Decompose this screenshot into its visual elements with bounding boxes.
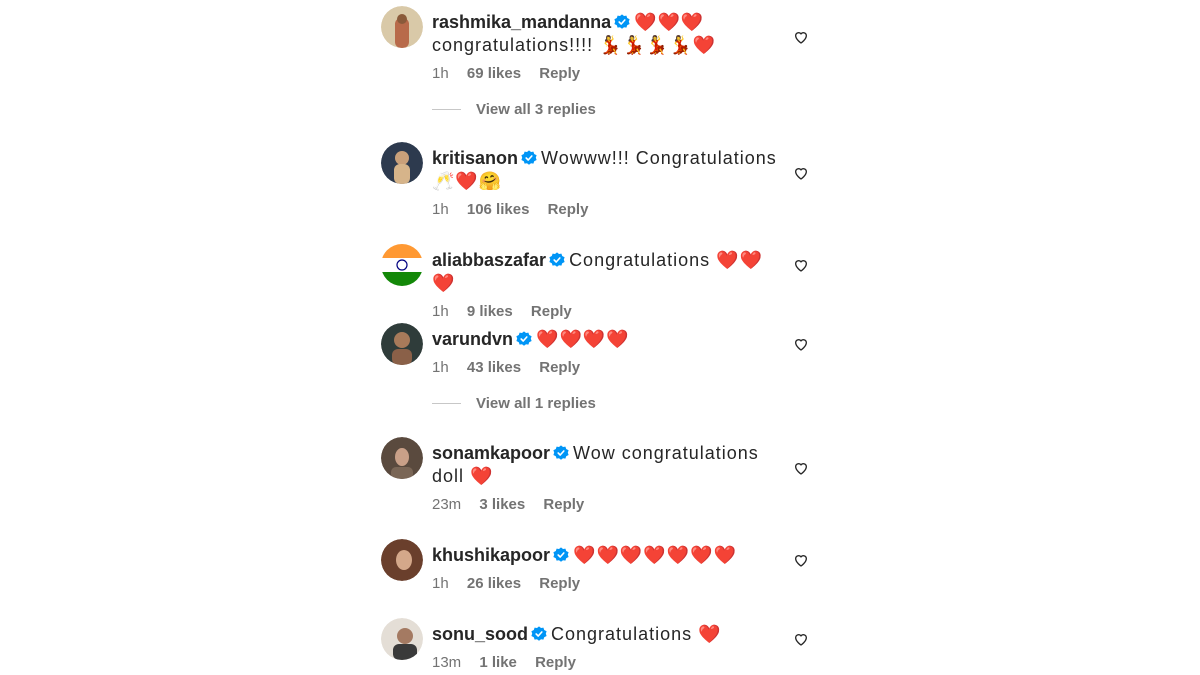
verified-icon — [553, 445, 569, 461]
timestamp: 1h — [432, 65, 449, 82]
verified-icon — [614, 14, 630, 30]
heart-icon[interactable] — [793, 631, 809, 647]
username[interactable]: rashmika_mandanna — [432, 12, 611, 32]
timestamp: 1h — [432, 201, 449, 218]
heart-icon[interactable] — [793, 29, 809, 45]
reply-button[interactable]: Reply — [539, 575, 580, 592]
timestamp: 13m — [432, 654, 462, 671]
avatar[interactable] — [381, 323, 423, 365]
likes-count[interactable]: 106 likes — [467, 201, 530, 218]
likes-count[interactable]: 26 likes — [467, 575, 521, 592]
comment-text: Congratulations ❤️ — [551, 624, 722, 644]
likes-count[interactable]: 69 likes — [467, 65, 521, 82]
heart-icon[interactable] — [793, 257, 809, 273]
reply-button[interactable]: Reply — [539, 65, 580, 82]
reply-button[interactable]: Reply — [548, 201, 589, 218]
view-replies-button[interactable]: View all 3 replies — [432, 101, 596, 118]
verified-icon — [549, 252, 565, 268]
username[interactable]: sonu_sood — [432, 624, 528, 644]
likes-count[interactable]: 9 likes — [467, 303, 513, 320]
heart-icon[interactable] — [793, 336, 809, 352]
verified-icon — [553, 547, 569, 563]
verified-icon — [521, 150, 537, 166]
timestamp: 23m — [432, 496, 462, 513]
reply-button[interactable]: Reply — [535, 654, 576, 671]
username[interactable]: sonamkapoor — [432, 443, 550, 463]
reply-button[interactable]: Reply — [531, 303, 572, 320]
username[interactable]: kritisanon — [432, 148, 518, 168]
timestamp: 1h — [432, 359, 449, 376]
heart-icon[interactable] — [793, 460, 809, 476]
view-replies-button[interactable]: View all 1 replies — [432, 395, 596, 412]
divider-line — [432, 109, 461, 110]
likes-count[interactable]: 43 likes — [467, 359, 521, 376]
username[interactable]: varundvn — [432, 329, 513, 349]
timestamp: 1h — [432, 303, 449, 320]
heart-icon[interactable] — [793, 165, 809, 181]
avatar[interactable] — [381, 142, 423, 184]
verified-icon — [516, 331, 532, 347]
reply-button[interactable]: Reply — [539, 359, 580, 376]
likes-count[interactable]: 3 likes — [479, 496, 525, 513]
username[interactable]: aliabbaszafar — [432, 250, 546, 270]
comment-text: ❤️❤️❤️❤️❤️❤️❤️ — [573, 545, 737, 565]
divider-line — [432, 403, 461, 404]
likes-count[interactable]: 1 like — [479, 654, 517, 671]
avatar[interactable] — [381, 618, 423, 660]
avatar[interactable] — [381, 437, 423, 479]
reply-button[interactable]: Reply — [543, 496, 584, 513]
heart-icon[interactable] — [793, 552, 809, 568]
username[interactable]: khushikapoor — [432, 545, 550, 565]
timestamp: 1h — [432, 575, 449, 592]
avatar[interactable] — [381, 244, 423, 286]
avatar[interactable] — [381, 6, 423, 48]
verified-icon — [531, 626, 547, 642]
avatar[interactable] — [381, 539, 423, 581]
comment-text: ❤️❤️❤️❤️ — [536, 329, 630, 349]
